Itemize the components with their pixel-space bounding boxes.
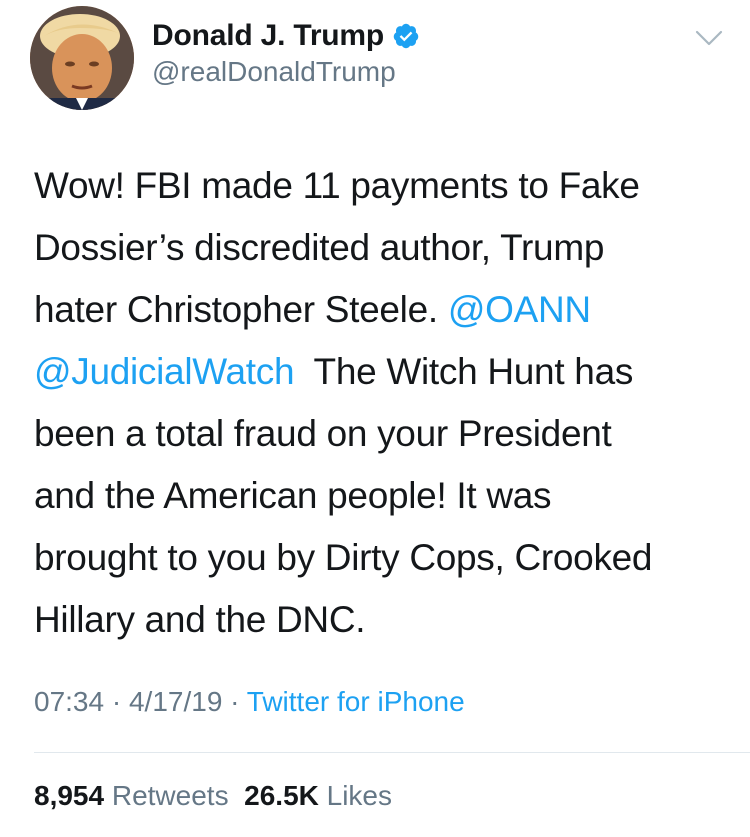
tweet-source-link[interactable]: Twitter for iPhone bbox=[247, 686, 465, 717]
meta-separator: · bbox=[104, 686, 129, 717]
chevron-down-icon[interactable] bbox=[694, 28, 724, 48]
tweet-line: @JudicialWatch The Witch Hunt has bbox=[34, 341, 734, 403]
tweet-line: Hillary and the DNC. bbox=[34, 599, 366, 640]
tweet-line: Wow! FBI made 11 payments to Fake bbox=[34, 165, 640, 206]
retweets-stat[interactable]: 8,954 Retweets bbox=[34, 780, 229, 811]
likes-label: Likes bbox=[326, 780, 393, 811]
tweet-line: been a total fraud on your President bbox=[34, 413, 612, 454]
avatar[interactable] bbox=[30, 6, 134, 110]
retweets-label: Retweets bbox=[111, 780, 229, 811]
tweet-text-segment: The Witch Hunt has bbox=[294, 351, 634, 392]
tweet-card: Donald J. Trump @realDonaldTrump Wow! FB… bbox=[0, 0, 750, 837]
likes-count: 26.5K bbox=[244, 780, 319, 811]
likes-stat[interactable]: 26.5K Likes bbox=[244, 780, 392, 811]
tweet-time[interactable]: 07:34 bbox=[34, 686, 104, 717]
tweet-date[interactable]: 4/17/19 bbox=[129, 686, 222, 717]
retweets-count: 8,954 bbox=[34, 780, 105, 811]
verified-badge-icon bbox=[392, 22, 420, 50]
avatar-portrait-image bbox=[30, 6, 134, 110]
tweet-line: and the American people! It was bbox=[34, 475, 552, 516]
tweet-line: brought to you by Dirty Cops, Crooked bbox=[34, 537, 653, 578]
display-name[interactable]: Donald J. Trump bbox=[152, 19, 384, 53]
mention-link-oann[interactable]: @OANN bbox=[448, 289, 591, 330]
tweet-meta: 07:34 · 4/17/19 · Twitter for iPhone bbox=[34, 686, 465, 718]
divider bbox=[34, 752, 750, 753]
tweet-text: Wow! FBI made 11 payments to Fake Dossie… bbox=[34, 155, 734, 651]
mention-link-judicialwatch[interactable]: @JudicialWatch bbox=[34, 351, 295, 392]
author-name-row: Donald J. Trump bbox=[152, 16, 420, 56]
tweet-line: Dossier’s discredited author, Trump bbox=[34, 227, 605, 268]
author-handle[interactable]: @realDonaldTrump bbox=[152, 56, 396, 88]
tweet-text-segment: hater Christopher Steele. bbox=[34, 289, 448, 330]
meta-separator: · bbox=[222, 686, 247, 717]
tweet-line: hater Christopher Steele. @OANN bbox=[34, 279, 734, 341]
tweet-stats: 8,954 Retweets 26.5K Likes bbox=[34, 780, 392, 812]
